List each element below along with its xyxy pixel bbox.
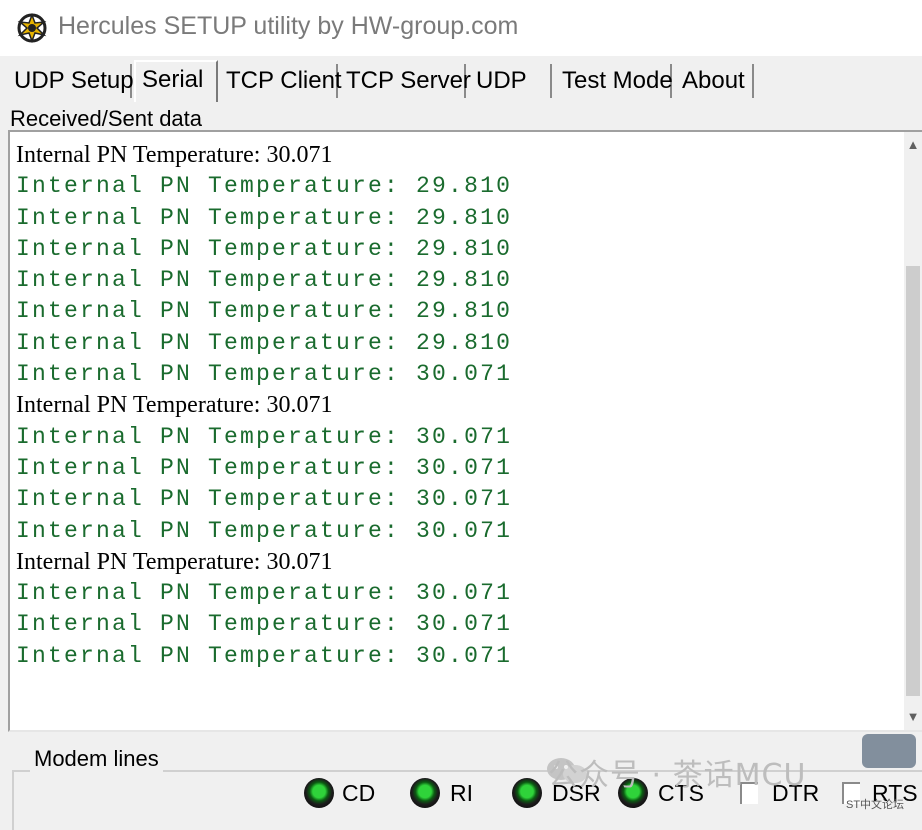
- watermark-badge-icon: [862, 734, 916, 768]
- modem-lines-label: Modem lines: [30, 746, 163, 772]
- data-line: Internal PN Temperature: 29.810: [16, 267, 513, 294]
- watermark-text: 公众号 · 茶话MCU: [548, 758, 807, 793]
- tab-udp-setup[interactable]: UDP Setup: [8, 64, 134, 98]
- tab-serial[interactable]: Serial: [134, 60, 218, 102]
- data-line: Internal PN Temperature: 30.071: [16, 517, 513, 544]
- cd-label: CD: [342, 780, 376, 806]
- data-line: Internal PN Temperature: 30.071: [16, 454, 513, 481]
- hercules-app-icon: [17, 12, 47, 44]
- watermark-small-text: ST中文论坛: [846, 799, 905, 811]
- received-data-textarea[interactable]: Internal PN Temperature: 30.071 Internal …: [8, 130, 922, 732]
- scroll-thumb[interactable]: [906, 266, 920, 696]
- tab-tcp-client[interactable]: TCP Client: [220, 64, 342, 98]
- title-bar: Hercules SETUP utility by HW-group.com: [0, 0, 922, 56]
- data-line: Internal PN Temperature: 30.071: [16, 580, 513, 607]
- data-line: Internal PN Temperature: 30.071: [16, 142, 333, 168]
- tab-test-mode[interactable]: Test Mode: [556, 64, 673, 98]
- data-line: Internal PN Temperature: 29.810: [16, 298, 513, 325]
- data-line: Internal PN Temperature: 29.810: [16, 235, 513, 262]
- received-lines: Internal PN Temperature: 30.071 Internal …: [16, 140, 512, 672]
- cd-led-icon: [304, 778, 334, 808]
- scroll-down-icon[interactable]: ▼: [904, 706, 922, 728]
- data-line: Internal PN Temperature: 30.071: [16, 392, 333, 419]
- data-line: Internal PN Temperature: 30.071: [16, 548, 333, 575]
- data-line: Internal PN Temperature: 30.071: [16, 361, 513, 388]
- tab-bar: UDP Setup Serial TCP Client TCP Server U…: [0, 60, 922, 102]
- data-line: Internal PN Temperature: 30.071: [16, 642, 513, 669]
- window-title: Hercules SETUP utility by HW-group.com: [58, 12, 519, 40]
- data-line: Internal PN Temperature: 30.071: [16, 423, 513, 450]
- scroll-up-icon[interactable]: ▲: [904, 134, 922, 156]
- data-line: Internal PN Temperature: 30.071: [16, 486, 513, 513]
- vertical-scrollbar[interactable]: ▲ ▼: [904, 132, 922, 730]
- received-sent-label: Received/Sent data: [10, 106, 203, 131]
- data-line: Internal PN Temperature: 29.810: [16, 204, 513, 231]
- data-line: Internal PN Temperature: 29.810: [16, 329, 513, 356]
- ri-led-icon: [410, 778, 440, 808]
- data-line: Internal PN Temperature: 29.810: [16, 173, 513, 200]
- tab-about[interactable]: About: [676, 64, 754, 98]
- ri-label: RI: [450, 780, 473, 806]
- tab-tcp-server[interactable]: TCP Server: [340, 64, 471, 98]
- dsr-led-icon: [512, 778, 542, 808]
- data-line: Internal PN Temperature: 30.071: [16, 611, 513, 638]
- tab-udp[interactable]: UDP: [470, 64, 552, 98]
